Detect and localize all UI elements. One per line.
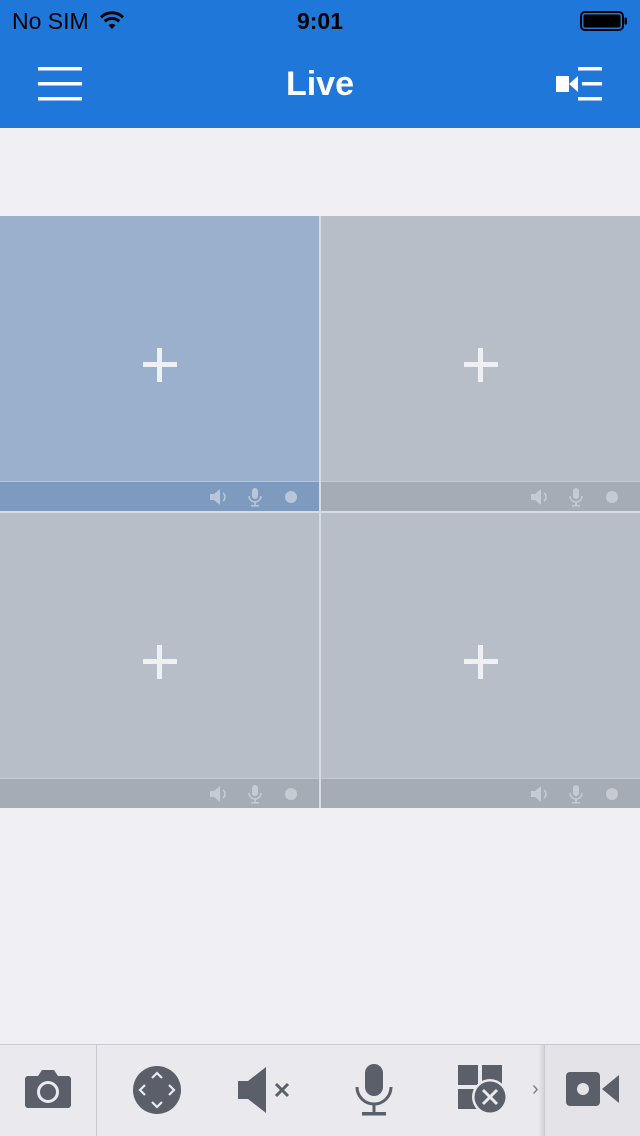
bottom-toolbar: › xyxy=(0,1044,640,1136)
plus-icon[interactable] xyxy=(463,348,498,382)
record-dot-icon[interactable] xyxy=(602,487,622,507)
speaker-icon[interactable] xyxy=(530,487,550,507)
page-title: Live xyxy=(285,65,355,103)
video-grid xyxy=(0,216,640,808)
cell-control-bar xyxy=(0,481,319,511)
record-dot-icon[interactable] xyxy=(602,784,622,804)
cell-control-bar xyxy=(321,481,640,511)
nav-bar: Live xyxy=(0,40,640,128)
hamburger-menu-icon[interactable] xyxy=(36,64,84,104)
mute-icon[interactable] xyxy=(236,1065,296,1115)
microphone-icon[interactable] xyxy=(566,784,586,804)
camera-snapshot-icon[interactable] xyxy=(24,1067,72,1109)
status-time: 9:01 xyxy=(296,8,344,34)
ptz-control-icon[interactable] xyxy=(132,1065,182,1115)
record-dot-icon[interactable] xyxy=(281,784,301,804)
status-bar: No SIM 9:01 xyxy=(0,0,640,40)
cell-control-bar xyxy=(0,778,319,808)
microphone-icon[interactable] xyxy=(245,487,265,507)
speaker-icon[interactable] xyxy=(530,784,550,804)
microphone-icon[interactable] xyxy=(352,1063,396,1117)
plus-icon[interactable] xyxy=(463,645,498,679)
microphone-icon[interactable] xyxy=(245,784,265,804)
video-cell-3[interactable] xyxy=(0,513,319,808)
speaker-icon[interactable] xyxy=(209,784,229,804)
close-all-icon[interactable] xyxy=(456,1063,510,1117)
microphone-icon[interactable] xyxy=(566,487,586,507)
record-video-icon[interactable] xyxy=(565,1071,621,1107)
plus-icon[interactable] xyxy=(142,645,177,679)
battery-icon xyxy=(580,11,627,31)
speaker-icon[interactable] xyxy=(209,487,229,507)
record-dot-icon[interactable] xyxy=(281,487,301,507)
video-cell-4[interactable] xyxy=(321,513,640,808)
camera-list-icon[interactable] xyxy=(556,64,604,104)
cell-control-bar xyxy=(321,778,640,808)
video-cell-1[interactable] xyxy=(0,216,319,511)
plus-icon[interactable] xyxy=(142,348,177,382)
video-cell-2[interactable] xyxy=(321,216,640,511)
